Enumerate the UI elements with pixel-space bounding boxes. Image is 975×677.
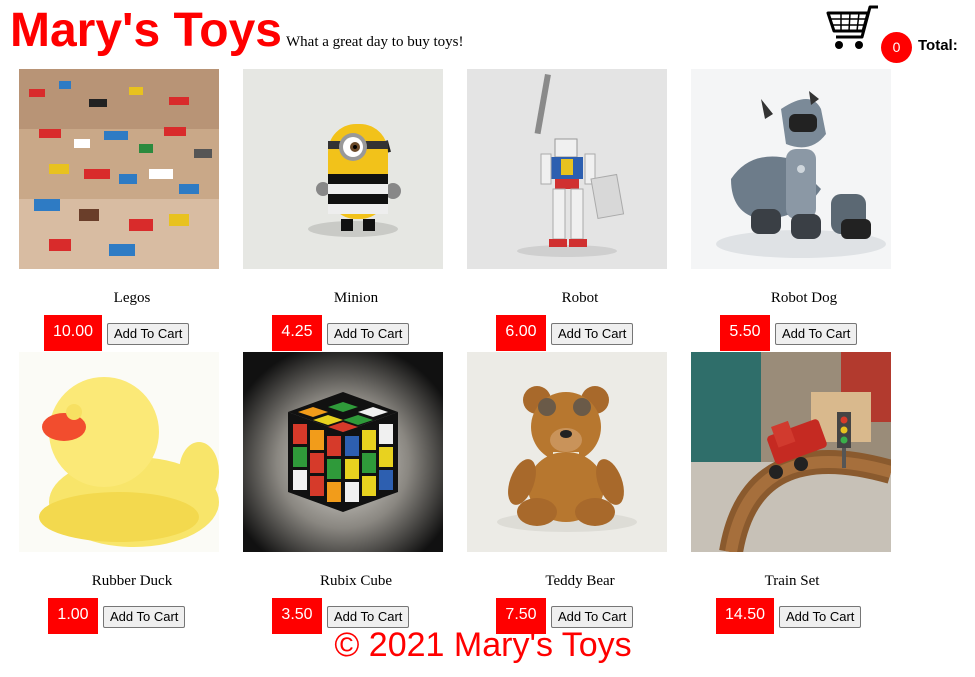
add-to-cart-button[interactable]: Add To Cart <box>327 323 410 345</box>
product-name: Minion <box>333 290 379 306</box>
product-name: Robot <box>561 290 599 306</box>
add-to-cart-button[interactable]: Add To Cart <box>775 323 858 345</box>
product-card-legos: Legos 10.00 Add To Cart <box>19 69 219 351</box>
minion-image <box>243 69 443 269</box>
shopping-cart-icon[interactable] <box>826 3 880 53</box>
teddy-bear-image <box>467 352 667 552</box>
cart-count-badge[interactable]: 0 <box>881 32 912 63</box>
train-set-image <box>691 352 891 552</box>
price-badge: 10.00 <box>44 315 102 351</box>
robot-image <box>467 69 667 269</box>
product-card-robot-dog: Robot Dog 5.50 Add To Cart <box>691 69 891 351</box>
price-badge: 5.50 <box>720 315 770 351</box>
product-name: Teddy Bear <box>545 573 615 589</box>
add-to-cart-button[interactable]: Add To Cart <box>551 323 634 345</box>
product-name: Robot Dog <box>770 290 838 306</box>
rubix-cube-image <box>243 352 443 552</box>
total-label: Total: <box>918 37 958 54</box>
robot-dog-image <box>691 69 891 269</box>
product-name: Rubber Duck <box>91 573 173 589</box>
product-name: Legos <box>113 290 151 306</box>
page-title: Mary's Toys <box>10 4 282 57</box>
product-name: Train Set <box>764 573 820 589</box>
footer-copyright: © 2021 Mary's Toys <box>334 626 632 664</box>
product-card-minion: Minion 4.25 Add To Cart <box>243 69 443 351</box>
product-name: Rubix Cube <box>319 573 393 589</box>
tagline: What a great day to buy toys! <box>286 34 464 50</box>
product-card-robot: Robot 6.00 Add To Cart <box>467 69 667 351</box>
price-badge: 6.00 <box>496 315 546 351</box>
product-card-teddy-bear: Teddy Bear 7.50 Add To Cart <box>467 352 667 634</box>
product-card-train-set: Train Set 14.50 Add To Cart <box>691 352 891 634</box>
rubber-duck-image <box>19 352 219 552</box>
product-card-rubber-duck: Rubber Duck 1.00 Add To Cart <box>19 352 219 634</box>
price-badge: 4.25 <box>272 315 322 351</box>
legos-image <box>19 69 219 269</box>
product-card-rubix-cube: Rubix Cube 3.50 Add To Cart <box>243 352 443 634</box>
add-to-cart-button[interactable]: Add To Cart <box>107 323 190 345</box>
